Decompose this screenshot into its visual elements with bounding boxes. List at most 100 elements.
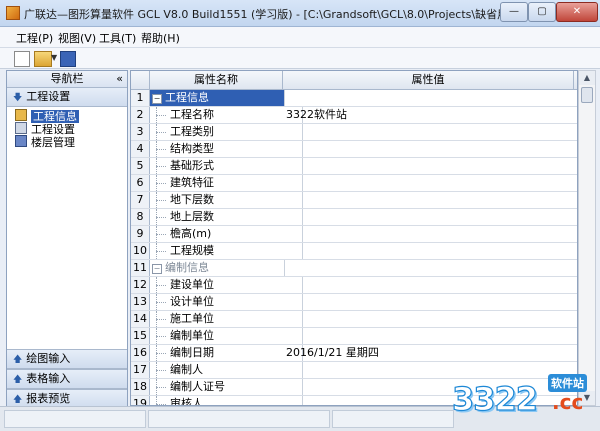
status-cell	[148, 410, 330, 428]
nav-section-drawing-input[interactable]: 🡅 绘图输入	[7, 349, 127, 369]
property-name-cell[interactable]: 建设单位	[150, 277, 303, 293]
table-row[interactable]: 7 地下层数	[131, 192, 577, 209]
grid-header: 属性名称 属性值	[131, 71, 577, 90]
table-row[interactable]: 3 工程类别	[131, 124, 577, 141]
row-number: 9	[131, 226, 150, 242]
property-name-cell[interactable]: − 编制信息	[150, 260, 285, 276]
property-name-cell[interactable]: 地上层数	[150, 209, 303, 225]
table-row[interactable]: 4 结构类型	[131, 141, 577, 158]
open-folder-icon[interactable]	[34, 51, 52, 67]
property-name-cell[interactable]: − 工程信息	[150, 90, 285, 106]
menu-project[interactable]: 工程(P)	[16, 30, 53, 46]
nav-section-table-input[interactable]: 🡅 表格输入	[7, 369, 127, 389]
property-value-cell[interactable]	[283, 141, 576, 157]
row-number-header	[131, 71, 150, 89]
row-number: 8	[131, 209, 150, 225]
tree-item-project-settings[interactable]: 工程设置	[7, 122, 127, 136]
dropdown-arrow-icon[interactable]: ▼	[51, 51, 58, 65]
group-row[interactable]: 11− 编制信息	[131, 260, 577, 277]
table-row[interactable]: 10 工程规模	[131, 243, 577, 260]
vertical-scrollbar[interactable]: ▲ ▼	[578, 70, 596, 406]
menu-view[interactable]: 视图(V)	[58, 30, 96, 46]
property-name-text: 工程类别	[170, 125, 214, 138]
property-value-cell[interactable]	[283, 226, 576, 242]
property-name-text: 施工单位	[170, 312, 214, 325]
property-value-cell[interactable]	[283, 328, 576, 344]
property-name-text: 檐高(m)	[170, 227, 212, 240]
property-name-cell[interactable]: 基础形式	[150, 158, 303, 174]
property-name-cell[interactable]: 工程名称	[150, 107, 303, 123]
property-name-cell[interactable]: 编制日期	[150, 345, 303, 361]
property-name-cell[interactable]: 审核人	[150, 396, 303, 405]
property-value-cell[interactable]	[283, 124, 576, 140]
property-name-text: 建筑特征	[170, 176, 214, 189]
menu-tools[interactable]: 工具(T)	[99, 30, 136, 46]
table-row[interactable]: 5 基础形式	[131, 158, 577, 175]
column-header-name[interactable]: 属性名称	[150, 71, 283, 89]
minimize-button[interactable]: —	[500, 2, 528, 22]
tree-item-project-info[interactable]: 工程信息	[7, 109, 127, 123]
property-name-cell[interactable]: 建筑特征	[150, 175, 303, 191]
new-file-icon[interactable]	[14, 51, 30, 67]
property-value-cell[interactable]	[283, 192, 576, 208]
scroll-up-icon[interactable]: ▲	[579, 71, 595, 85]
property-name-cell[interactable]: 编制单位	[150, 328, 303, 344]
window-title: 广联达—图形算量软件 GCL V8.0 Build1551 (学习版) - [C…	[24, 8, 504, 21]
nav-section-project-settings[interactable]: 🡇 工程设置	[7, 88, 127, 107]
property-name-cell[interactable]: 工程类别	[150, 124, 303, 140]
property-name-cell[interactable]: 编制人	[150, 362, 303, 378]
property-name-cell[interactable]: 地下层数	[150, 192, 303, 208]
table-row[interactable]: 9 檐高(m)	[131, 226, 577, 243]
property-value-cell[interactable]	[283, 243, 576, 259]
property-name-cell[interactable]: 结构类型	[150, 141, 303, 157]
table-row[interactable]: 15 编制单位	[131, 328, 577, 345]
property-value-cell[interactable]	[283, 260, 576, 276]
table-row[interactable]: 14 施工单位	[131, 311, 577, 328]
table-row[interactable]: 6 建筑特征	[131, 175, 577, 192]
table-row[interactable]: 2 工程名称 3322软件站	[131, 107, 577, 124]
property-name-text: 地下层数	[170, 193, 214, 206]
nav-section-label: 报表预览	[26, 392, 71, 405]
property-value-cell[interactable]	[283, 175, 576, 191]
property-value-cell[interactable]	[283, 158, 576, 174]
nav-header: 导航栏 «	[7, 71, 127, 88]
property-name-text: 工程名称	[170, 108, 214, 121]
table-row[interactable]: 8 地上层数	[131, 209, 577, 226]
menu-help[interactable]: 帮助(H)	[141, 30, 180, 46]
row-number: 15	[131, 328, 150, 344]
property-value-cell[interactable]: 2016/1/21 星期四	[283, 345, 576, 361]
table-row[interactable]: 16 编制日期 2016/1/21 星期四	[131, 345, 577, 362]
close-button[interactable]: ✕	[556, 2, 598, 22]
nav-tree: 工程信息 工程设置 楼层管理	[7, 107, 127, 333]
tree-item-floor-management[interactable]: 楼层管理	[7, 135, 127, 149]
table-row[interactable]: 13 设计单位	[131, 294, 577, 311]
column-header-value[interactable]: 属性值	[283, 71, 574, 89]
property-name-cell[interactable]: 施工单位	[150, 311, 303, 327]
property-name-cell[interactable]: 工程规模	[150, 243, 303, 259]
property-name-cell[interactable]: 编制人证号	[150, 379, 303, 395]
arrow-down-icon: 🡇	[13, 93, 23, 103]
collapse-toggle-icon[interactable]: −	[152, 264, 162, 274]
collapse-icon[interactable]: «	[116, 71, 123, 87]
property-name-text: 工程规模	[170, 244, 214, 257]
property-value-cell[interactable]	[283, 294, 576, 310]
group-row[interactable]: 1− 工程信息	[131, 90, 577, 107]
navigation-panel: 导航栏 « 🡇 工程设置 工程信息 工程设置 楼层管理 🡅 绘图输入 🡅 表格输入	[6, 70, 128, 409]
property-value-cell[interactable]	[283, 311, 576, 327]
table-row[interactable]: 12 建设单位	[131, 277, 577, 294]
maximize-button[interactable]: ▢	[528, 2, 556, 22]
collapse-toggle-icon[interactable]: −	[152, 94, 162, 104]
property-name-cell[interactable]: 檐高(m)	[150, 226, 303, 242]
property-value-cell[interactable]	[283, 277, 576, 293]
toolbar: ▼	[0, 48, 600, 69]
property-value-cell[interactable]: 3322软件站	[283, 107, 576, 123]
save-icon[interactable]	[60, 51, 76, 67]
nav-section-label: 表格输入	[26, 372, 71, 385]
property-name-cell[interactable]: 设计单位	[150, 294, 303, 310]
row-number: 17	[131, 362, 150, 378]
scroll-thumb[interactable]	[581, 87, 593, 103]
property-value-cell[interactable]	[283, 90, 576, 106]
property-name-text: 编制单位	[170, 329, 214, 342]
nav-bottom-sections: 🡅 绘图输入 🡅 表格输入 🡅 报表预览	[7, 349, 127, 409]
property-value-cell[interactable]	[283, 209, 576, 225]
